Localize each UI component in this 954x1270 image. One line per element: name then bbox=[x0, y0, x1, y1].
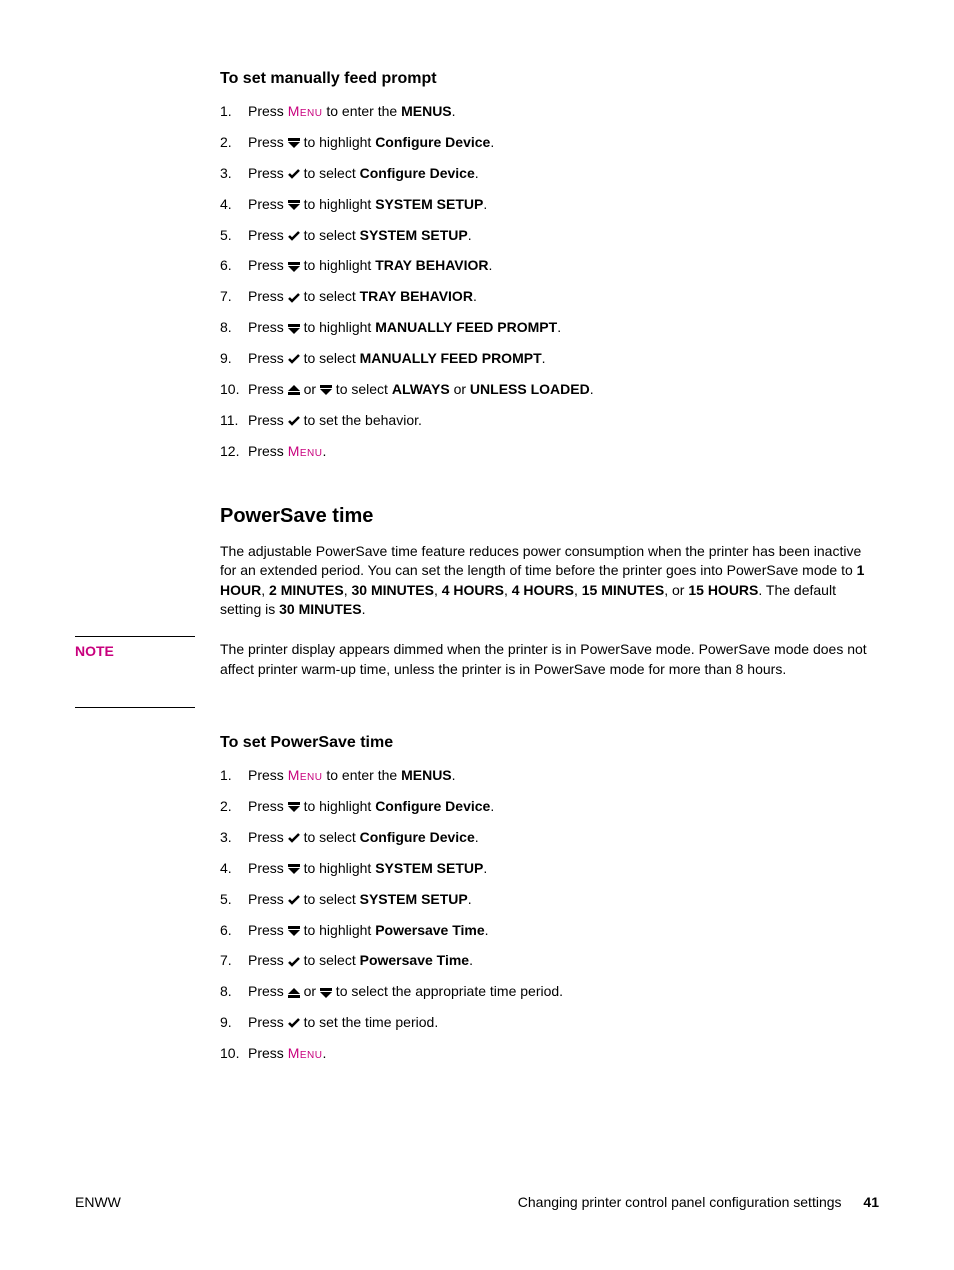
content-column-2: To set PowerSave time 1.Press Menu to en… bbox=[220, 734, 879, 1063]
step-item: 12.Press Menu. bbox=[220, 442, 879, 461]
down-arrow-icon bbox=[288, 324, 300, 334]
page: To set manually feed prompt 1.Press Menu… bbox=[0, 0, 954, 1063]
check-icon bbox=[288, 293, 300, 303]
step-item: 8.Press or to select the appropriate tim… bbox=[220, 982, 879, 1001]
down-arrow-icon bbox=[288, 864, 300, 874]
note-block: NOTE The printer display appears dimmed … bbox=[75, 636, 879, 708]
step-item: 5.Press to select SYSTEM SETUP. bbox=[220, 890, 879, 909]
step-item: 3.Press to select Configure Device. bbox=[220, 164, 879, 183]
menu-text: Menu bbox=[288, 103, 323, 119]
page-footer: ENWW Changing printer control panel conf… bbox=[75, 1194, 879, 1210]
down-arrow-icon bbox=[320, 988, 332, 998]
heading-set-powersave: To set PowerSave time bbox=[220, 734, 879, 752]
step-item: 10.Press Menu. bbox=[220, 1044, 879, 1063]
step-item: 4.Press to highlight SYSTEM SETUP. bbox=[220, 195, 879, 214]
up-arrow-icon bbox=[288, 988, 300, 998]
step-item: 2.Press to highlight Configure Device. bbox=[220, 133, 879, 152]
step-item: 7.Press to select Powersave Time. bbox=[220, 951, 879, 970]
check-icon bbox=[288, 833, 300, 843]
note-label: NOTE bbox=[75, 636, 195, 708]
step-item: 2.Press to highlight Configure Device. bbox=[220, 797, 879, 816]
menu-text: Menu bbox=[288, 1045, 323, 1061]
steps-manually-feed: 1.Press Menu to enter the MENUS. 2.Press … bbox=[220, 102, 879, 461]
step-item: 4.Press to highlight SYSTEM SETUP. bbox=[220, 859, 879, 878]
steps-set-powersave: 1.Press Menu to enter the MENUS. 2.Press … bbox=[220, 766, 879, 1063]
content-column: To set manually feed prompt 1.Press Menu… bbox=[220, 70, 879, 620]
step-item: 11.Press to set the behavior. bbox=[220, 411, 879, 430]
step-item: 1.Press Menu to enter the MENUS. bbox=[220, 766, 879, 785]
step-item: 6.Press to highlight Powersave Time. bbox=[220, 921, 879, 940]
check-icon bbox=[288, 169, 300, 179]
check-icon bbox=[288, 895, 300, 905]
down-arrow-icon bbox=[288, 262, 300, 272]
menu-text: Menu bbox=[288, 767, 323, 783]
check-icon bbox=[288, 1018, 300, 1028]
step-item: 9.Press to set the time period. bbox=[220, 1013, 879, 1032]
down-arrow-icon bbox=[320, 385, 332, 395]
step-item: 8.Press to highlight MANUALLY FEED PROMP… bbox=[220, 318, 879, 337]
down-arrow-icon bbox=[288, 926, 300, 936]
footer-title: Changing printer control panel configura… bbox=[518, 1194, 842, 1210]
check-icon bbox=[288, 957, 300, 967]
step-item: 5.Press to select SYSTEM SETUP. bbox=[220, 226, 879, 245]
footer-left: ENWW bbox=[75, 1194, 121, 1210]
heading-manually-feed: To set manually feed prompt bbox=[220, 70, 879, 88]
step-item: 10.Press or to select ALWAYS or UNLESS L… bbox=[220, 380, 879, 399]
step-item: 3.Press to select Configure Device. bbox=[220, 828, 879, 847]
page-number: 41 bbox=[863, 1194, 879, 1210]
check-icon bbox=[288, 354, 300, 364]
check-icon bbox=[288, 231, 300, 241]
down-arrow-icon bbox=[288, 802, 300, 812]
note-body: The printer display appears dimmed when … bbox=[220, 636, 879, 679]
down-arrow-icon bbox=[288, 200, 300, 210]
check-icon bbox=[288, 416, 300, 426]
down-arrow-icon bbox=[288, 138, 300, 148]
heading-powersave: PowerSave time bbox=[220, 505, 879, 528]
note-label-wrap: NOTE bbox=[75, 636, 220, 708]
up-arrow-icon bbox=[288, 385, 300, 395]
step-item: 7.Press to select TRAY BEHAVIOR. bbox=[220, 287, 879, 306]
menu-text: Menu bbox=[288, 443, 323, 459]
step-item: 9.Press to select MANUALLY FEED PROMPT. bbox=[220, 349, 879, 368]
step-item: 1.Press Menu to enter the MENUS. bbox=[220, 102, 879, 121]
powersave-description: The adjustable PowerSave time feature re… bbox=[220, 542, 879, 620]
step-item: 6.Press to highlight TRAY BEHAVIOR. bbox=[220, 256, 879, 275]
footer-right: Changing printer control panel configura… bbox=[518, 1194, 879, 1210]
